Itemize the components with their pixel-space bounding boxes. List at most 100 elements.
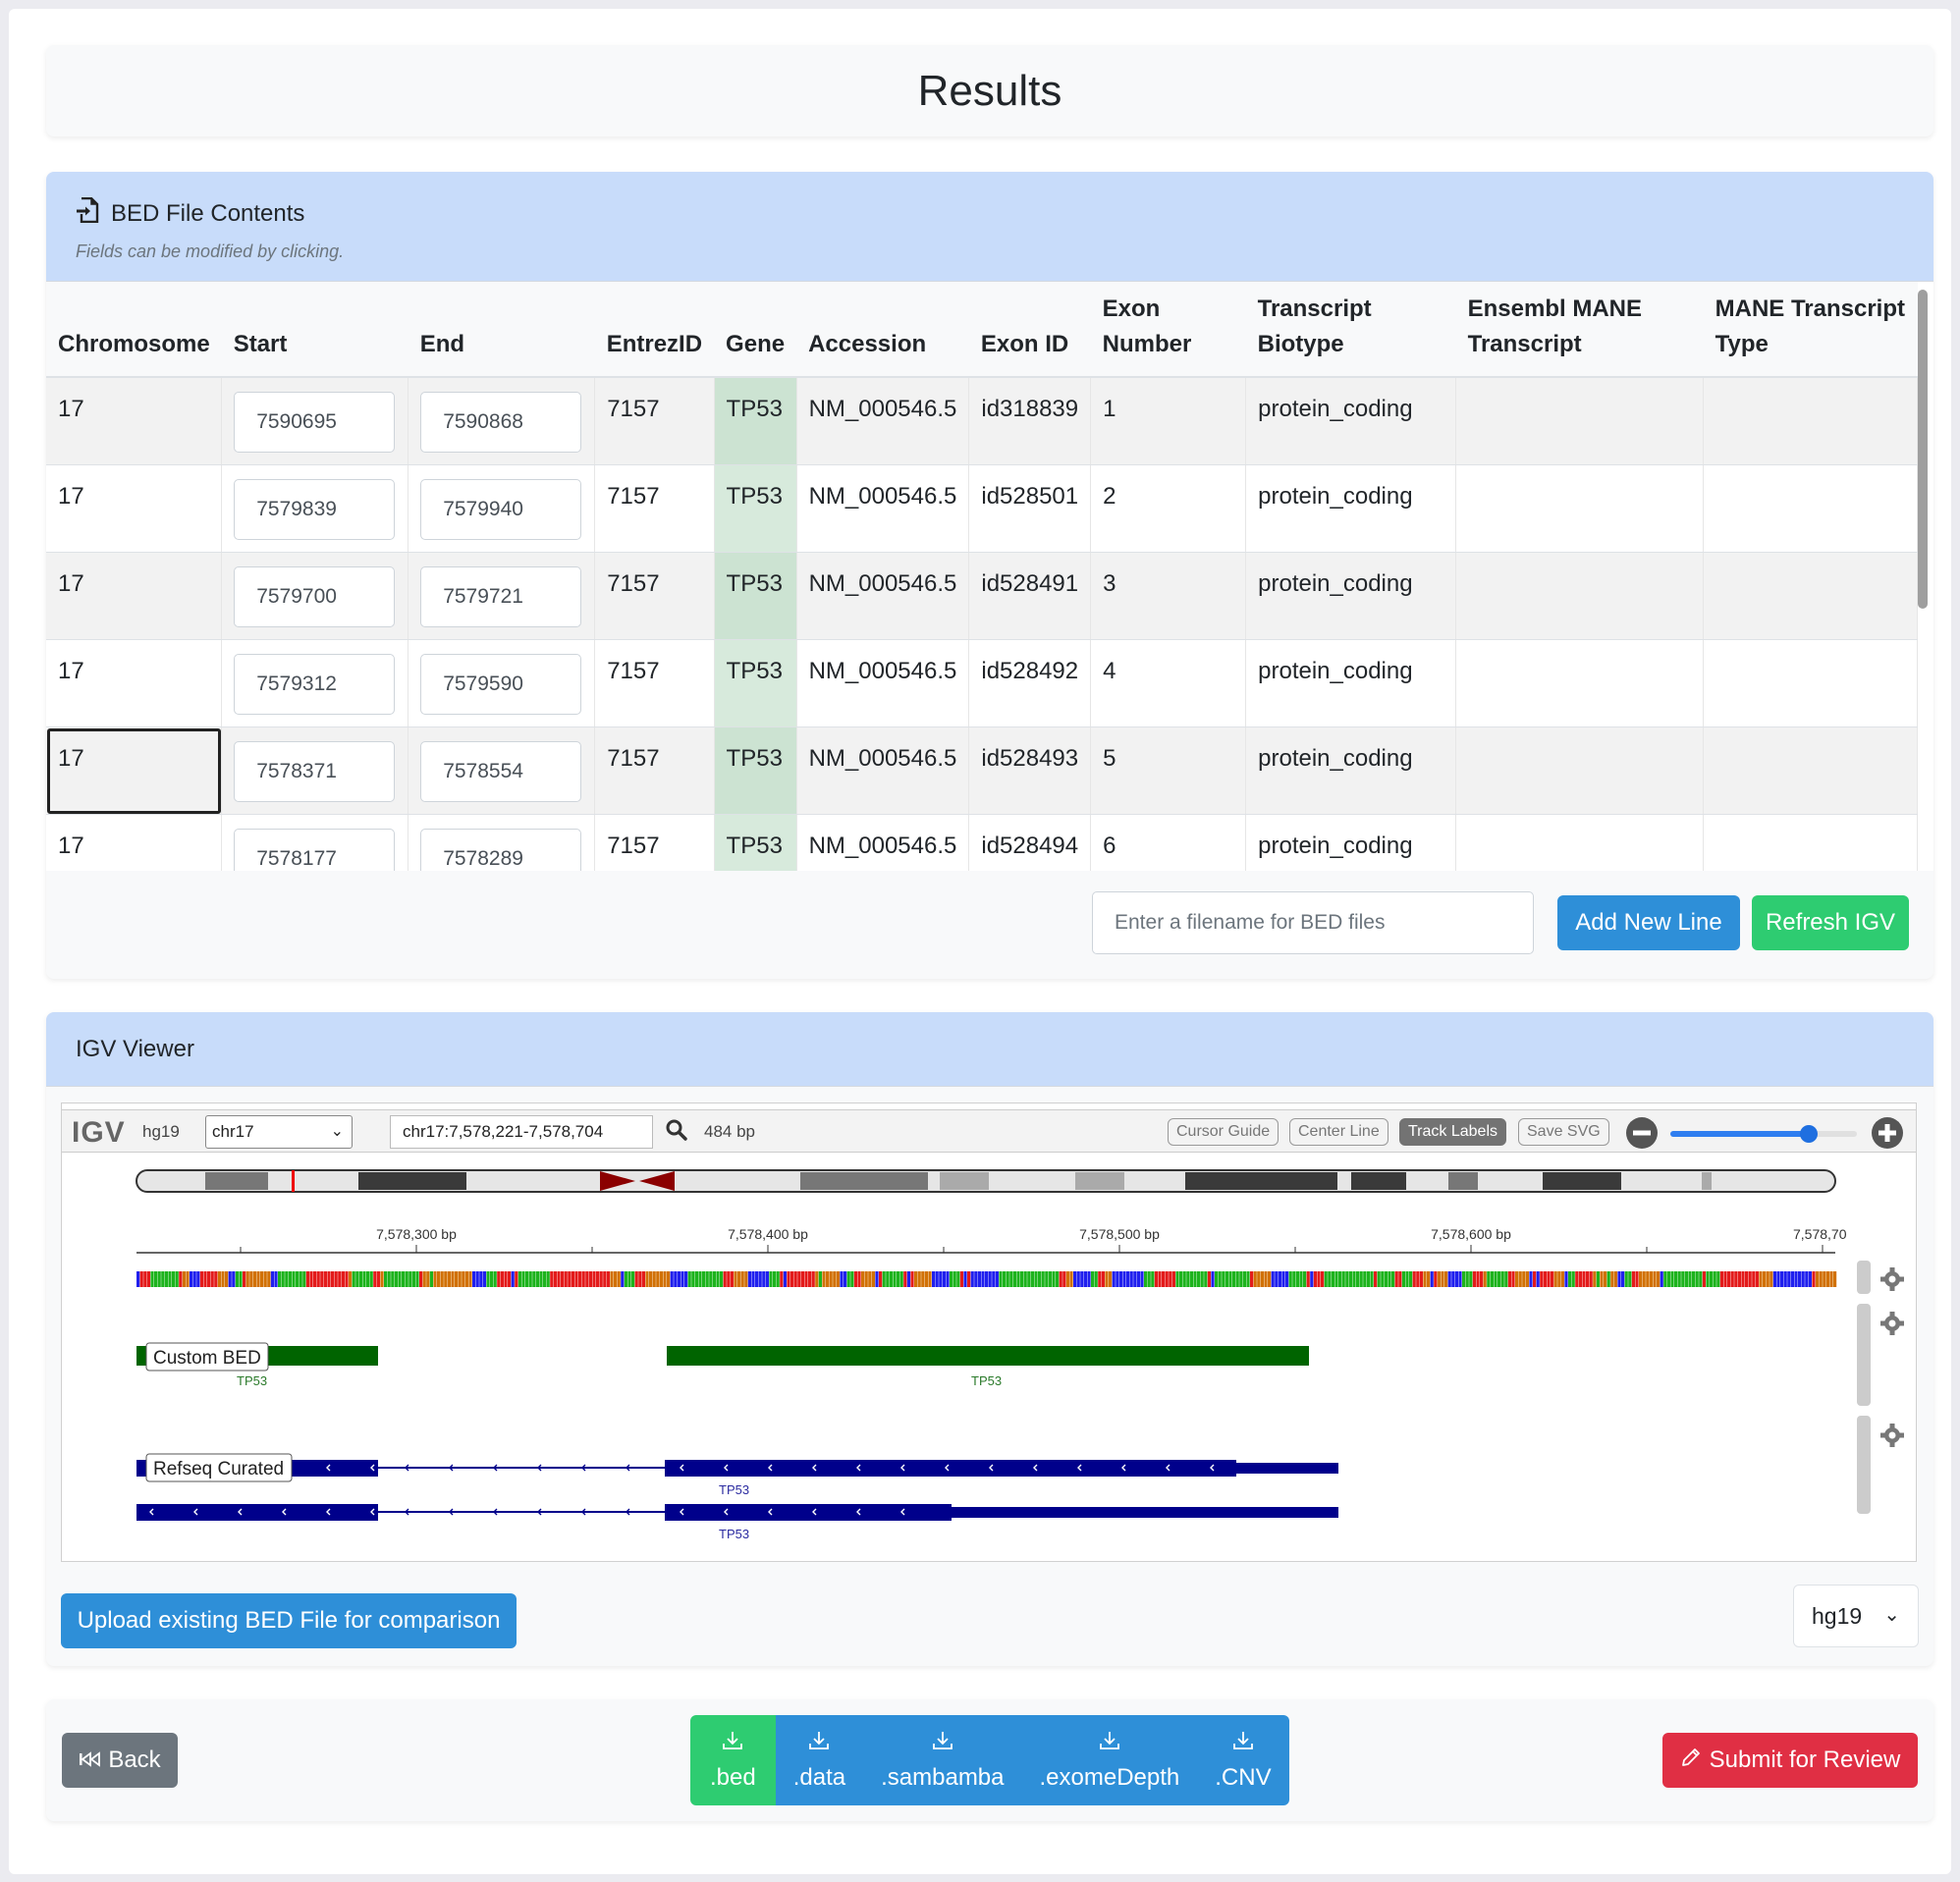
cell-exon-number[interactable]: 6 <box>1090 814 1247 871</box>
table-scrollbar[interactable] <box>1918 290 1928 859</box>
start-input[interactable]: 7579312 <box>234 654 396 715</box>
cell-exon-id[interactable]: id528501 <box>968 464 1092 553</box>
cell-biotype[interactable]: protein_coding <box>1245 377 1457 465</box>
cell-mane-type[interactable] <box>1703 726 1918 815</box>
chromosome-ideogram[interactable] <box>136 1169 1836 1193</box>
cell-gene[interactable]: TP53 <box>714 464 797 553</box>
save-svg-button[interactable]: Save SVG <box>1518 1118 1609 1146</box>
cell-accession[interactable]: NM_000546.5 <box>796 377 970 465</box>
download-sambamba-button[interactable]: .sambamba <box>863 1715 1022 1805</box>
cell-mane-type[interactable] <box>1703 639 1918 727</box>
custom-bed-track[interactable]: TP53 TP53 <box>136 1346 1309 1388</box>
start-input[interactable]: 7578177 <box>234 829 396 871</box>
upload-bed-button[interactable]: Upload existing BED File for comparison <box>61 1593 517 1648</box>
cell-biotype[interactable]: protein_coding <box>1245 639 1457 727</box>
cell-entrez[interactable]: 7157 <box>594 552 715 640</box>
refseq-curated-track[interactable]: TP53 TP53 <box>136 1460 1338 1541</box>
end-input[interactable]: 7579721 <box>420 566 582 627</box>
refseq-track-drag-handle[interactable] <box>1857 1416 1871 1514</box>
refresh-igv-button[interactable]: Refresh IGV <box>1752 895 1909 950</box>
zoom-in-icon[interactable] <box>1871 1116 1904 1155</box>
cell-gene[interactable]: TP53 <box>714 377 797 465</box>
cell-end[interactable]: 7590868 <box>408 377 596 465</box>
zoom-slider-handle[interactable] <box>1800 1125 1818 1143</box>
submit-for-review-button[interactable]: Submit for Review <box>1662 1733 1918 1788</box>
cell-end[interactable]: 7579940 <box>408 464 596 553</box>
bed-table-container[interactable]: Chromosome Start End EntrezID Gene Acces… <box>46 282 1933 871</box>
cell-chromosome[interactable]: 17 <box>46 639 223 727</box>
cell-biotype[interactable]: protein_coding <box>1245 552 1457 640</box>
table-row[interactable]: 17 7579700 7579721 7157 TP53 NM_000546.5 id528… <box>46 552 1918 640</box>
locus-search-input[interactable]: chr17:7,578,221-7,578,704 <box>390 1115 653 1149</box>
cell-ensembl-mane[interactable] <box>1455 377 1705 465</box>
gear-icon[interactable] <box>1880 1424 1904 1447</box>
cell-accession[interactable]: NM_000546.5 <box>796 639 970 727</box>
cell-gene[interactable]: TP53 <box>714 814 797 871</box>
cell-exon-id[interactable]: id528494 <box>968 814 1092 871</box>
download-bed-button[interactable]: .bed <box>690 1715 776 1805</box>
download-cnv-button[interactable]: .CNV <box>1197 1715 1289 1805</box>
cell-exon-number[interactable]: 3 <box>1090 552 1247 640</box>
cell-accession[interactable]: NM_000546.5 <box>796 464 970 553</box>
cell-exon-number[interactable]: 5 <box>1090 726 1247 815</box>
cell-ensembl-mane[interactable] <box>1455 726 1705 815</box>
cell-exon-id[interactable]: id528492 <box>968 639 1092 727</box>
cell-ensembl-mane[interactable] <box>1455 639 1705 727</box>
cell-mane-type[interactable] <box>1703 814 1918 871</box>
cell-ensembl-mane[interactable] <box>1455 552 1705 640</box>
start-input[interactable]: 7579839 <box>234 479 396 540</box>
cell-entrez[interactable]: 7157 <box>594 814 715 871</box>
cell-end[interactable]: 7579721 <box>408 552 596 640</box>
cell-exon-id[interactable]: id528491 <box>968 552 1092 640</box>
cell-chromosome[interactable]: 17 <box>46 814 223 871</box>
chromosome-select[interactable]: chr17 ⌄ <box>205 1115 353 1149</box>
cell-entrez[interactable]: 7157 <box>594 726 715 815</box>
start-input[interactable]: 7578371 <box>234 741 396 802</box>
zoom-out-icon[interactable] <box>1625 1116 1659 1155</box>
start-input[interactable]: 7590695 <box>234 392 396 453</box>
cell-chromosome[interactable]: 17 <box>46 377 223 465</box>
table-row[interactable]: 17 7578177 7578289 7157 TP53 NM_000546.5 id528… <box>46 814 1918 871</box>
igv-viewer[interactable]: IGV hg19 chr17 ⌄ chr17:7,578,221-7,578,7… <box>61 1102 1917 1562</box>
end-input[interactable]: 7578289 <box>420 829 582 871</box>
cell-biotype[interactable]: protein_coding <box>1245 464 1457 553</box>
cell-start[interactable]: 7590695 <box>221 377 409 465</box>
cell-exon-id[interactable]: id528493 <box>968 726 1092 815</box>
cell-accession[interactable]: NM_000546.5 <box>796 726 970 815</box>
table-row[interactable]: 17 7578371 7578554 7157 TP53 NM_000546.5 id528… <box>46 726 1918 815</box>
igv-tracks-canvas[interactable]: 7,578,300 bp 7,578,400 bp 7,578,500 bp 7,57… <box>62 1155 1916 1547</box>
cursor-guide-button[interactable]: Cursor Guide <box>1168 1118 1279 1146</box>
download-data-button[interactable]: .data <box>775 1715 864 1805</box>
cell-accession[interactable]: NM_000546.5 <box>796 814 970 871</box>
table-row[interactable]: 17 7579312 7579590 7157 TP53 NM_000546.5 id528… <box>46 639 1918 727</box>
download-exomedepth-button[interactable]: .exomeDepth <box>1021 1715 1198 1805</box>
cell-biotype[interactable]: protein_coding <box>1245 726 1457 815</box>
cell-entrez[interactable]: 7157 <box>594 377 715 465</box>
table-row[interactable]: 17 7590695 7590868 7157 TP53 NM_000546.5 id318… <box>46 377 1918 465</box>
cell-start[interactable]: 7579312 <box>221 639 409 727</box>
cell-end[interactable]: 7579590 <box>408 639 596 727</box>
search-icon[interactable] <box>665 1118 688 1147</box>
cell-ensembl-mane[interactable] <box>1455 814 1705 871</box>
cell-exon-number[interactable]: 2 <box>1090 464 1247 553</box>
center-line-button[interactable]: Center Line <box>1289 1118 1388 1146</box>
table-scrollbar-thumb[interactable] <box>1918 290 1928 609</box>
gear-icon[interactable] <box>1880 1267 1904 1291</box>
end-input[interactable]: 7579940 <box>420 479 582 540</box>
cell-start[interactable]: 7579839 <box>221 464 409 553</box>
end-input[interactable]: 7590868 <box>420 392 582 453</box>
filename-input[interactable]: Enter a filename for BED files <box>1092 891 1534 954</box>
cell-exon-number[interactable]: 1 <box>1090 377 1247 465</box>
cell-gene[interactable]: TP53 <box>714 552 797 640</box>
cell-biotype[interactable]: protein_coding <box>1245 814 1457 871</box>
cell-end[interactable]: 7578289 <box>408 814 596 871</box>
bed-feature[interactable] <box>667 1346 1309 1366</box>
cell-gene[interactable]: TP53 <box>714 726 797 815</box>
end-input[interactable]: 7578554 <box>420 741 582 802</box>
cell-start[interactable]: 7578177 <box>221 814 409 871</box>
end-input[interactable]: 7579590 <box>420 654 582 715</box>
cell-entrez[interactable]: 7157 <box>594 639 715 727</box>
cell-start[interactable]: 7579700 <box>221 552 409 640</box>
cell-accession[interactable]: NM_000546.5 <box>796 552 970 640</box>
table-row[interactable]: 17 7579839 7579940 7157 TP53 NM_000546.5 id528… <box>46 464 1918 553</box>
